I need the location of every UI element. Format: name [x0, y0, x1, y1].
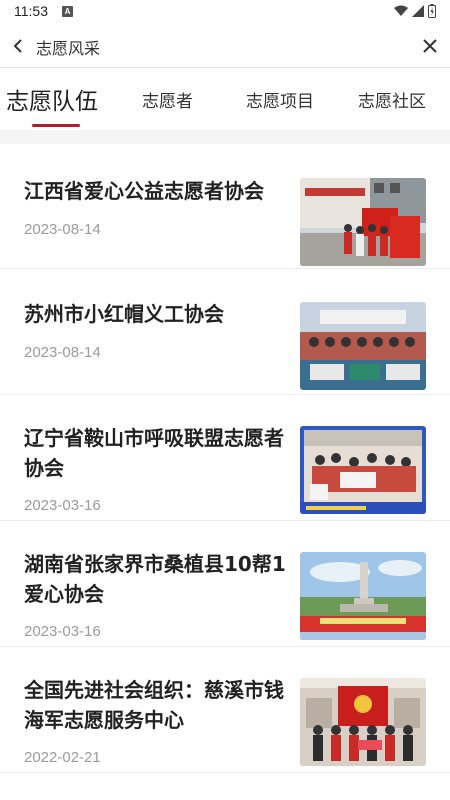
- battery-icon: [428, 4, 436, 18]
- section-divider: [0, 130, 450, 144]
- item-photo: [300, 302, 426, 390]
- list-item[interactable]: 辽宁省鞍山市呼吸联盟志愿者协会 2023-03-16: [0, 396, 450, 521]
- tab-volunteers[interactable]: 志愿者: [142, 70, 193, 128]
- list-item[interactable]: 江西省爱心公益志愿者协会 2023-08-14: [0, 144, 450, 269]
- item-thumbnail: [300, 178, 426, 266]
- item-photo: [300, 178, 426, 266]
- item-date: 2023-08-14: [24, 344, 101, 361]
- list-item[interactable]: 湖南省张家界市桑植县10帮1爱心协会 2023-03-16: [0, 522, 450, 647]
- item-title: 全国先进社会组织：慈溪市钱海军志愿服务中心: [24, 678, 284, 732]
- item-thumbnail: [300, 678, 426, 766]
- close-button[interactable]: [418, 34, 442, 58]
- item-title: 苏州市小红帽义工协会: [24, 302, 224, 326]
- list-item[interactable]: 全国先进社会组织：慈溪市钱海军志愿服务中心 2022-02-21: [0, 648, 450, 773]
- item-date: 2023-08-14: [24, 221, 101, 238]
- page-title: 志愿风采: [36, 39, 101, 58]
- tab-bar: 志愿队伍 志愿者 志愿项目 志愿社区: [0, 70, 450, 130]
- item-title: 湖南省张家界市桑植县10帮1爱心协会: [24, 552, 286, 606]
- item-date: 2023-03-16: [24, 497, 101, 514]
- item-thumbnail: [300, 426, 426, 514]
- item-date: 2022-02-21: [24, 749, 101, 766]
- list-item[interactable]: 苏州市小红帽义工协会 2023-08-14: [0, 270, 450, 395]
- item-photo: [300, 552, 426, 640]
- status-bar: 11:53 A: [0, 0, 450, 24]
- item-thumbnail: [300, 552, 426, 640]
- item-photo: [300, 426, 426, 514]
- back-arrow-icon: [13, 39, 22, 53]
- tab-community[interactable]: 志愿社区: [358, 70, 426, 128]
- notification-icon: A: [62, 6, 73, 17]
- item-title: 辽宁省鞍山市呼吸联盟志愿者协会: [24, 426, 284, 480]
- back-button[interactable]: [6, 34, 30, 58]
- item-photo: [300, 678, 426, 766]
- active-tab-indicator: [32, 124, 80, 127]
- wifi-icon: [394, 5, 408, 16]
- close-icon: [423, 39, 437, 53]
- app-bar: 志愿风采: [0, 24, 450, 68]
- tab-projects[interactable]: 志愿项目: [246, 70, 314, 128]
- status-time: 11:53: [14, 3, 48, 19]
- signal-icon: [412, 5, 424, 17]
- status-icons: [394, 4, 436, 18]
- item-title: 江西省爱心公益志愿者协会: [24, 179, 264, 203]
- item-date: 2023-03-16: [24, 623, 101, 640]
- tab-team[interactable]: 志愿队伍: [6, 70, 98, 128]
- item-thumbnail: [300, 302, 426, 390]
